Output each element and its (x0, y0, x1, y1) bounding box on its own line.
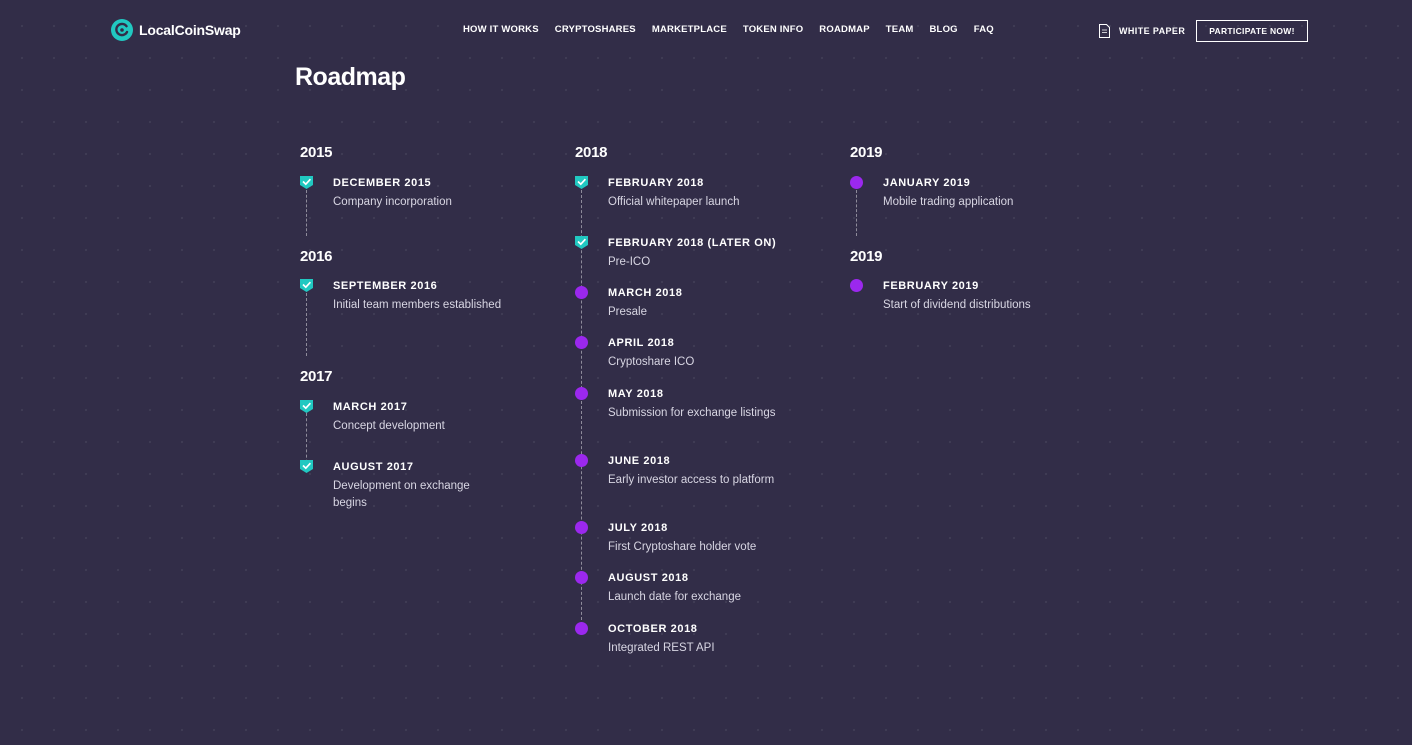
milestone-date: FEBRUARY 2019 (883, 280, 979, 292)
check-icon (300, 460, 313, 473)
milestone-date: AUGUST 2018 (608, 572, 689, 584)
milestone-desc: Pre-ICO (608, 256, 651, 268)
milestone-desc: First Cryptoshare holder vote (608, 541, 757, 553)
milestone-desc: Mobile trading application (883, 196, 1014, 208)
pending-dot-icon (850, 279, 863, 292)
milestone-date: OCTOBER 2018 (608, 623, 698, 635)
year-heading: 2016 (300, 248, 333, 265)
milestone-date: MARCH 2018 (608, 287, 683, 299)
year-heading: 2017 (300, 368, 333, 385)
milestone-desc: Presale (608, 306, 647, 318)
logo-text: LocalCoinSwap (139, 22, 241, 38)
check-icon (575, 236, 588, 249)
milestone-date: MAY 2018 (608, 388, 664, 400)
pending-dot-icon (575, 454, 588, 467)
timeline-connector (306, 190, 307, 236)
milestone-date: APRIL 2018 (608, 337, 675, 349)
check-icon (300, 400, 313, 413)
document-icon (1099, 24, 1110, 38)
milestone-desc: Integrated REST API (608, 642, 715, 654)
milestone-date: DECEMBER 2015 (333, 177, 432, 189)
participate-now-button[interactable]: PARTICIPATE NOW! (1196, 20, 1308, 42)
nav-cryptoshares[interactable]: CRYPTOSHARES (555, 24, 636, 35)
nav-blog[interactable]: BLOG (930, 24, 958, 35)
check-icon (300, 176, 313, 189)
timeline-connector (306, 293, 307, 356)
milestone-desc: Concept development (333, 420, 445, 432)
white-paper-link[interactable]: WHITE PAPER (1099, 24, 1185, 38)
logo-icon (111, 19, 133, 41)
milestone-date: FEBRUARY 2018 (LATER ON) (608, 237, 777, 249)
milestone-desc: Start of dividend distributions (883, 299, 1031, 311)
nav-faq[interactable]: FAQ (974, 24, 994, 35)
logo-link[interactable]: LocalCoinSwap (110, 18, 241, 42)
milestone-date: AUGUST 2017 (333, 461, 414, 473)
milestone-desc: Development on exchange begins (333, 480, 470, 509)
nav-how-it-works[interactable]: HOW IT WORKS (463, 24, 539, 35)
page-title: Roadmap (295, 63, 406, 91)
timeline-connector (856, 190, 857, 236)
pending-dot-icon (575, 622, 588, 635)
milestone-date: JANUARY 2019 (883, 177, 971, 189)
milestone-date: JULY 2018 (608, 522, 668, 534)
timeline-connector (581, 190, 582, 630)
year-heading: 2019 (850, 144, 883, 161)
pending-dot-icon (575, 521, 588, 534)
milestone-date: SEPTEMBER 2016 (333, 280, 438, 292)
milestone-date: FEBRUARY 2018 (608, 177, 704, 189)
milestone-desc: Company incorporation (333, 196, 452, 208)
check-icon (575, 176, 588, 189)
pending-dot-icon (575, 336, 588, 349)
pending-dot-icon (575, 286, 588, 299)
pending-dot-icon (850, 176, 863, 189)
milestone-desc: Early investor access to platform (608, 474, 775, 486)
white-paper-label: WHITE PAPER (1119, 26, 1186, 36)
milestone-desc: Initial team members established (333, 299, 502, 311)
year-heading: 2015 (300, 144, 333, 161)
site-header: LocalCoinSwap HOW IT WORKS CRYPTOSHARES … (0, 0, 1412, 62)
nav-team[interactable]: TEAM (886, 24, 914, 35)
milestone-desc: Launch date for exchange (608, 591, 741, 603)
milestone-desc: Submission for exchange listings (608, 407, 776, 419)
nav-marketplace[interactable]: MARKETPLACE (652, 24, 727, 35)
milestone-date: MARCH 2017 (333, 401, 408, 413)
milestone-desc: Cryptoshare ICO (608, 356, 695, 368)
nav-token-info[interactable]: TOKEN INFO (743, 24, 803, 35)
year-heading: 2018 (575, 144, 608, 161)
milestone-desc: Official whitepaper launch (608, 196, 740, 208)
milestone-date: JUNE 2018 (608, 455, 671, 467)
main-nav: HOW IT WORKS CRYPTOSHARES MARKETPLACE TO… (463, 24, 994, 35)
pending-dot-icon (575, 387, 588, 400)
year-heading: 2019 (850, 248, 883, 265)
nav-roadmap[interactable]: ROADMAP (819, 24, 869, 35)
pending-dot-icon (575, 571, 588, 584)
check-icon (300, 279, 313, 292)
